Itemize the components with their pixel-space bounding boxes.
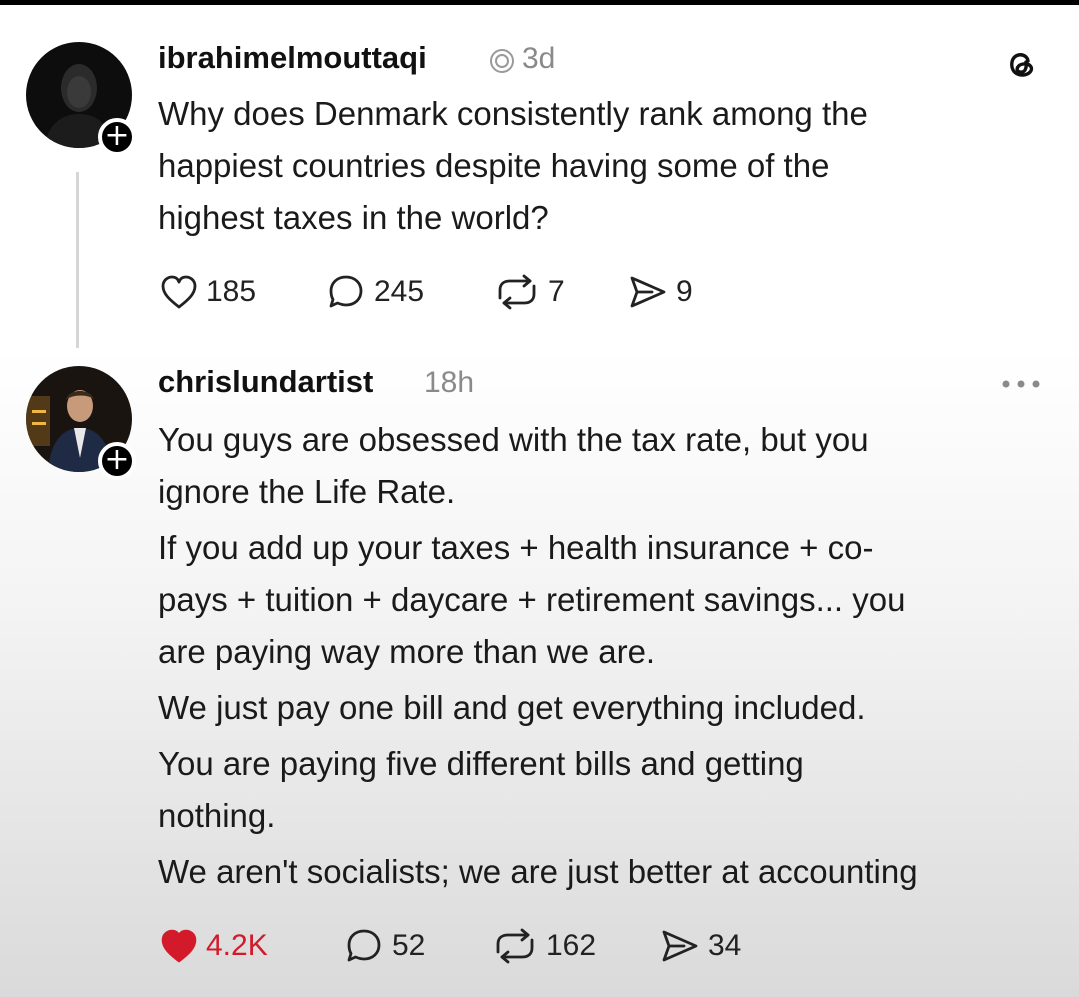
verified-badge-icon xyxy=(490,49,514,73)
post-time: 3d xyxy=(522,42,556,75)
comment-icon xyxy=(347,929,381,962)
share-icon xyxy=(630,276,666,308)
repost-count: 7 xyxy=(548,275,565,308)
top-border xyxy=(0,0,1079,5)
comment-button[interactable]: 52 xyxy=(344,926,425,966)
author-avatar-wrap[interactable]: + xyxy=(26,366,136,480)
like-button[interactable]: 185 xyxy=(160,272,256,312)
username[interactable]: ibrahimelmouttaqi xyxy=(158,40,427,76)
comment-count: 245 xyxy=(374,275,425,308)
repost-icon xyxy=(496,928,534,964)
post-text-line: nothing. xyxy=(158,797,276,834)
share-icon xyxy=(662,930,698,962)
post-text-line: We aren't socialists; we are just better… xyxy=(158,853,918,890)
repost-button[interactable]: 7 xyxy=(494,272,565,312)
comment-icon xyxy=(329,275,363,308)
post-time: 18h xyxy=(424,366,475,399)
post-body: You guys are obsessed with the tax rate,… xyxy=(158,414,918,898)
thread-line xyxy=(76,172,79,348)
repost-count: 162 xyxy=(546,929,597,962)
author-avatar-wrap[interactable]: + xyxy=(26,42,136,156)
comment-button[interactable]: 245 xyxy=(326,272,424,312)
follow-plus-icon[interactable]: + xyxy=(98,442,136,480)
post-text-line: Why does Denmark consistently rank among… xyxy=(158,95,868,132)
share-count: 9 xyxy=(676,275,693,308)
post-text-line: You are paying five different bills and … xyxy=(158,745,804,782)
post-text-line: You guys are obsessed with the tax rate,… xyxy=(158,421,869,458)
share-button[interactable]: 34 xyxy=(660,926,741,966)
follow-plus-icon[interactable]: + xyxy=(98,118,136,156)
like-count: 185 xyxy=(206,275,257,308)
username[interactable]: chrislundartist xyxy=(158,364,373,400)
post-text-line: ignore the Life Rate. xyxy=(158,473,456,510)
like-button[interactable]: 4.2K xyxy=(160,926,268,966)
post-text-line: pays + tuition + daycare + retirement sa… xyxy=(158,581,906,618)
heart-filled-icon xyxy=(161,929,197,963)
post-text-line: happiest countries despite having some o… xyxy=(158,147,830,184)
share-button[interactable]: 9 xyxy=(628,272,693,312)
post-text-line: are paying way more than we are. xyxy=(158,633,656,670)
more-options-icon[interactable] xyxy=(1000,378,1042,390)
post-text-line: We just pay one bill and get everything … xyxy=(158,689,866,726)
post-body: Why does Denmark consistently rank among… xyxy=(158,88,868,244)
repost-icon xyxy=(498,274,536,310)
post-text-line: If you add up your taxes + health insura… xyxy=(158,529,874,566)
repost-button[interactable]: 162 xyxy=(492,926,596,966)
threads-logo-icon[interactable] xyxy=(1000,44,1040,84)
share-count: 34 xyxy=(708,929,742,962)
heart-icon xyxy=(161,275,197,309)
like-count: 4.2K xyxy=(206,929,268,962)
post-text-line: highest taxes in the world? xyxy=(158,199,549,236)
comment-count: 52 xyxy=(392,929,426,962)
